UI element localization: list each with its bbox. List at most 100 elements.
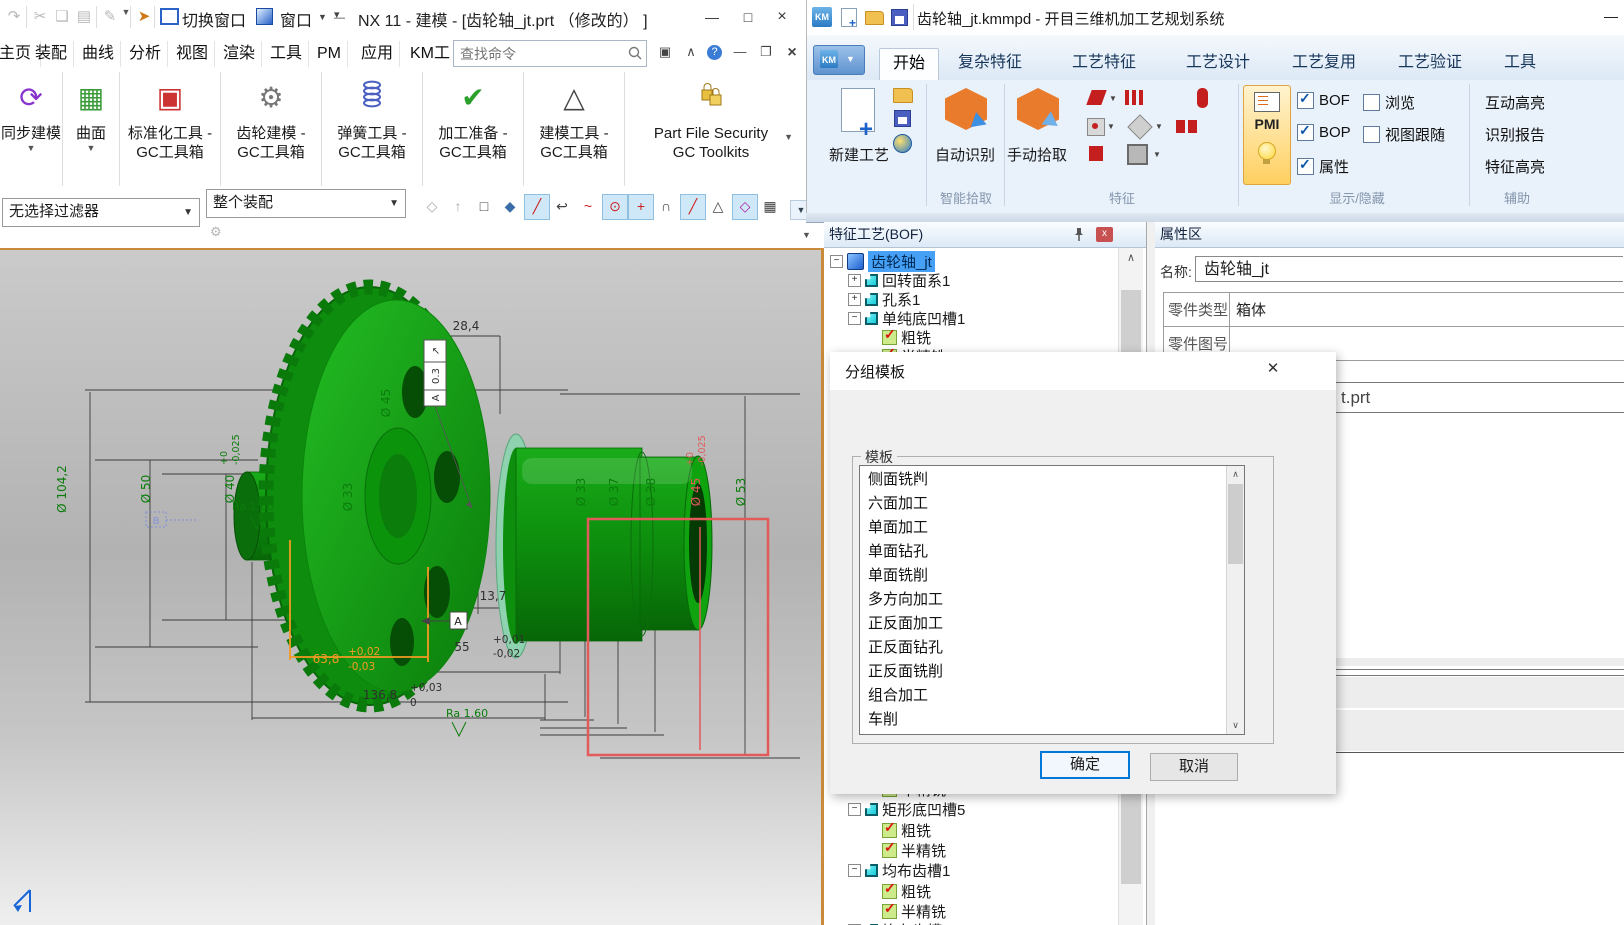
- tree-row-operation[interactable]: 半精铣: [882, 841, 946, 860]
- cut-icon[interactable]: ✂: [30, 7, 50, 25]
- km-tab-process-design[interactable]: 工艺设计: [1173, 48, 1263, 79]
- nx-minimize-button[interactable]: —: [700, 6, 724, 28]
- tree-row-feature[interactable]: − 均布齿槽1: [848, 861, 950, 880]
- tree-label[interactable]: 矩形底凹槽5: [882, 799, 965, 820]
- globe-icon[interactable]: [893, 134, 912, 153]
- list-item[interactable]: 正反面铣削: [861, 660, 1228, 684]
- expand-icon[interactable]: +: [848, 293, 861, 306]
- snap-vertex-icon[interactable]: △: [706, 194, 730, 218]
- new-process-button[interactable]: 新建工艺: [829, 144, 889, 165]
- save-icon[interactable]: [891, 9, 908, 26]
- dropdown-arrow-icon[interactable]: ▼: [1155, 122, 1163, 131]
- snap-rect-icon[interactable]: □: [472, 194, 496, 218]
- km-tab-complex-features[interactable]: 复杂特征: [945, 48, 1035, 79]
- fullscreen-icon[interactable]: ▣: [656, 44, 674, 60]
- feature-highlight-button[interactable]: 特征高亮: [1485, 156, 1545, 177]
- tree-label[interactable]: 半精铣: [901, 901, 946, 922]
- save-icon[interactable]: [894, 110, 911, 127]
- viewport-canvas[interactable]: ↗ 0.3 A A B Ra 1.60 Ra 1.60 28,4: [0, 250, 821, 925]
- snap-arc-icon[interactable]: ↩: [550, 194, 574, 218]
- dropdown-arrow-icon[interactable]: ▼: [1107, 122, 1115, 131]
- nx-tab-pm[interactable]: PM: [311, 41, 348, 67]
- paste-icon[interactable]: ▤: [74, 7, 94, 25]
- snap-midpoint-icon[interactable]: ╱: [680, 194, 706, 220]
- list-item[interactable]: 单面加工: [861, 516, 1228, 540]
- checkbox-browse[interactable]: 浏览: [1363, 92, 1415, 113]
- template-list[interactable]: 侧面铣削 六面加工 单面加工 单面钻孔 单面铣削 多方向加工 正反面加工 正反面…: [859, 465, 1245, 735]
- part-file-security-button[interactable]: Part File Security GC Toolkits ▼: [625, 72, 797, 186]
- nx-tab-render[interactable]: 渲染: [217, 41, 262, 67]
- tree-row-feature[interactable]: + 孔系1: [848, 290, 920, 309]
- dropdown-arrow-icon[interactable]: ▼: [318, 12, 327, 22]
- scroll-up-icon[interactable]: ∧: [1227, 466, 1244, 483]
- dropdown-arrow-icon[interactable]: ▼: [1109, 94, 1117, 103]
- pin-icon[interactable]: [1072, 227, 1086, 242]
- tree-row-operation[interactable]: 半精铣: [882, 902, 946, 921]
- prop-value[interactable]: 箱体: [1230, 293, 1624, 326]
- checkbox-view-follow[interactable]: 视图跟随: [1363, 124, 1445, 145]
- nx-tab-curve[interactable]: 曲线: [76, 41, 121, 67]
- collapse-icon[interactable]: −: [830, 255, 843, 268]
- scrollbar-thumb[interactable]: [1228, 484, 1243, 564]
- snap-face-icon[interactable]: ∩: [654, 194, 678, 218]
- auto-recognize-button[interactable]: 自动识别: [935, 144, 995, 165]
- name-field[interactable]: 齿轮轴_jt: [1195, 256, 1623, 282]
- nx-tab-tools[interactable]: 工具: [264, 41, 309, 67]
- copy-icon[interactable]: ❏: [52, 7, 72, 25]
- snap-point-icon[interactable]: +: [628, 194, 654, 220]
- nx-command-search[interactable]: [453, 40, 647, 67]
- snap-line-icon[interactable]: ╱: [524, 194, 550, 220]
- km-tab-tools[interactable]: 工具: [1491, 48, 1549, 79]
- minimize-ribbon-icon[interactable]: ∧: [682, 44, 700, 60]
- cancel-button[interactable]: 取消: [1150, 753, 1238, 781]
- open-icon[interactable]: [893, 88, 913, 103]
- snap-spline-icon[interactable]: ◇: [732, 194, 758, 220]
- snap-curve-icon[interactable]: ~: [576, 194, 600, 218]
- touch-pointer-icon[interactable]: ➤: [134, 7, 154, 25]
- overflow-arrow-icon[interactable]: ▼: [802, 230, 811, 240]
- list-item[interactable]: 单面钻孔: [861, 540, 1228, 564]
- nx-graphics-window[interactable]: ↗ 0.3 A A B Ra 1.60 Ra 1.60 28,4: [0, 248, 824, 925]
- close-panel-icon[interactable]: x: [1096, 227, 1113, 242]
- tree-row-feature[interactable]: + 回转面系1: [848, 271, 950, 290]
- tree-row-operation[interactable]: 粗铣: [882, 882, 931, 901]
- collapse-icon[interactable]: −: [848, 312, 861, 325]
- wcs-mini-icon[interactable]: ⚙: [210, 224, 222, 240]
- new-file-icon[interactable]: +: [841, 8, 857, 27]
- list-item[interactable]: 正反面加工: [861, 612, 1228, 636]
- nx-close-button[interactable]: ×: [770, 6, 794, 28]
- tree-label[interactable]: 半精铣: [901, 840, 946, 861]
- nx-tab-assembly[interactable]: 装配: [29, 41, 74, 67]
- switch-window-button[interactable]: 切换窗口: [182, 7, 246, 31]
- tree-label[interactable]: 孔系1: [882, 289, 920, 310]
- synchronous-modeling-button[interactable]: ⟳ 同步建模 ▼: [0, 72, 63, 186]
- selection-filter-dropdown[interactable]: 无选择过滤器 ▼: [2, 198, 200, 227]
- recognition-report-button[interactable]: 识别报告: [1485, 124, 1545, 145]
- scroll-up-icon[interactable]: ∧: [1119, 248, 1143, 268]
- tree-label[interactable]: 粗铣: [901, 820, 931, 841]
- table-row[interactable]: 零件类型 箱体: [1164, 293, 1624, 327]
- gear-modeling-button[interactable]: ⚙ 齿轮建模 - GC工具箱: [221, 72, 322, 186]
- snap-circle-icon[interactable]: ⊙: [602, 194, 628, 220]
- switch-window-icon[interactable]: [160, 8, 179, 25]
- window-icon[interactable]: [256, 8, 273, 25]
- plane-feature-icon[interactable]: [1086, 90, 1106, 105]
- cylinder-feature-icon[interactable]: [1197, 88, 1208, 108]
- redo-icon[interactable]: ↷: [4, 7, 24, 25]
- machining-prep-button[interactable]: ✔ 加工准备 - GC工具箱: [423, 72, 524, 186]
- nx-maximize-button[interactable]: □: [736, 6, 760, 28]
- boss-feature-icon[interactable]: [1127, 114, 1152, 139]
- nx-tab-analysis[interactable]: 分析: [123, 41, 168, 67]
- manual-pick-button[interactable]: 手动拾取: [1007, 144, 1067, 165]
- list-item[interactable]: 车削: [861, 708, 1228, 732]
- standardization-tools-button[interactable]: ▣ 标准化工具 - GC工具箱: [120, 72, 221, 186]
- list-item[interactable]: 单面铣削: [861, 564, 1228, 588]
- checkbox-bop[interactable]: BOP: [1297, 124, 1351, 141]
- tree-row-root[interactable]: − 齿轮轴_jt: [830, 252, 935, 271]
- selection-scope-dropdown[interactable]: 整个装配 ▼: [206, 189, 406, 218]
- checkbox-properties[interactable]: 属性: [1297, 156, 1349, 177]
- help-icon[interactable]: ?: [707, 45, 722, 60]
- surface-button[interactable]: ▦ 曲面 ▼: [63, 72, 120, 186]
- dropdown-arrow-icon[interactable]: ▼: [116, 7, 136, 17]
- qat-customize-icon[interactable]: ▾—: [334, 8, 345, 24]
